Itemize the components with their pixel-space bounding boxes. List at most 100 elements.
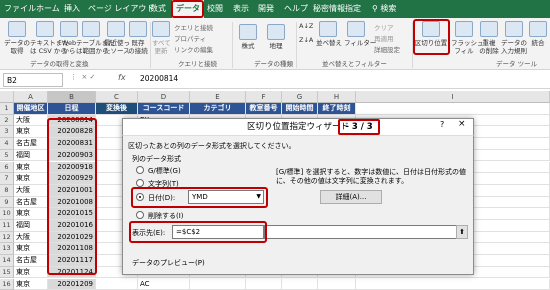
- select-all-corner[interactable]: [0, 91, 14, 103]
- table-header-cell[interactable]: 日程: [48, 103, 96, 115]
- table-header-cell[interactable]: 開始時間: [282, 103, 318, 115]
- row-header[interactable]: 1: [0, 103, 14, 115]
- get-data-button[interactable]: データの 取得: [2, 21, 32, 55]
- clear-button[interactable]: クリア: [374, 22, 394, 32]
- range-picker-button[interactable]: ⬆: [456, 225, 468, 239]
- data-validation-button[interactable]: データの 入力規則: [500, 21, 528, 55]
- row-header[interactable]: 11: [0, 220, 14, 232]
- cell[interactable]: [356, 279, 550, 290]
- column-header-c[interactable]: C: [96, 91, 138, 103]
- tab-page-layout[interactable]: ページ レイアウト: [88, 0, 154, 18]
- row-header[interactable]: 9: [0, 197, 14, 209]
- row-header[interactable]: 16: [0, 279, 14, 290]
- search-box[interactable]: ⚲ 検索: [372, 0, 396, 18]
- row-header[interactable]: 5: [0, 150, 14, 162]
- cell[interactable]: 大阪: [14, 185, 48, 197]
- cell[interactable]: 東京: [14, 162, 48, 174]
- name-box[interactable]: B2: [3, 73, 63, 87]
- table-header-cell[interactable]: 教室番号: [246, 103, 282, 115]
- cell[interactable]: 福岡: [14, 220, 48, 232]
- reapply-button[interactable]: 再適用: [374, 33, 394, 43]
- cell[interactable]: 東京: [14, 173, 48, 185]
- row-header[interactable]: 4: [0, 138, 14, 150]
- tab-file[interactable]: ファイル: [4, 0, 36, 18]
- help-button[interactable]: ?: [440, 120, 444, 129]
- tab-home[interactable]: ホーム: [36, 0, 60, 18]
- radio-text[interactable]: [136, 179, 144, 187]
- cell[interactable]: 東京: [14, 126, 48, 138]
- cell[interactable]: 東京: [14, 243, 48, 255]
- cell[interactable]: 名古屋: [14, 197, 48, 209]
- consolidate-button[interactable]: 統合: [528, 21, 548, 47]
- cell[interactable]: 名古屋: [14, 138, 48, 150]
- cell[interactable]: AC: [138, 279, 190, 290]
- radio-skip[interactable]: [136, 211, 144, 219]
- fx-icon[interactable]: fx: [118, 73, 126, 82]
- cell[interactable]: [282, 279, 318, 290]
- tab-insert[interactable]: 挿入: [64, 0, 80, 18]
- column-header-e[interactable]: E: [190, 91, 246, 103]
- cell[interactable]: 東京: [14, 279, 48, 290]
- filter-button[interactable]: フィルター: [344, 21, 368, 47]
- tab-formulas[interactable]: 数式: [150, 0, 166, 18]
- remove-duplicates-button[interactable]: 重複 の削除: [478, 21, 500, 55]
- cell[interactable]: 福岡: [14, 150, 48, 162]
- sort-za-button[interactable]: Z↓A: [299, 36, 313, 44]
- refresh-all-button[interactable]: すべて 更新: [152, 21, 170, 55]
- queries-connections-button[interactable]: クエリと接続: [174, 22, 213, 32]
- row-header[interactable]: 10: [0, 208, 14, 220]
- sort-button[interactable]: 並べ替え: [316, 21, 340, 47]
- row-header[interactable]: 15: [0, 267, 14, 279]
- cell[interactable]: [356, 103, 550, 115]
- row-header[interactable]: 13: [0, 243, 14, 255]
- tab-developer[interactable]: 開発: [258, 0, 274, 18]
- cell[interactable]: [246, 279, 282, 290]
- cell[interactable]: 大阪: [14, 115, 48, 127]
- tab-view[interactable]: 表示: [233, 0, 249, 18]
- destination-input-extension[interactable]: [264, 225, 464, 239]
- cell[interactable]: 名古屋: [14, 255, 48, 267]
- row-header[interactable]: 7: [0, 173, 14, 185]
- cell[interactable]: 20201209: [48, 279, 96, 290]
- row-header[interactable]: 12: [0, 232, 14, 244]
- advanced-options-button[interactable]: 詳細(A)...: [320, 190, 382, 204]
- stocks-button[interactable]: 株式: [236, 24, 260, 50]
- geography-button[interactable]: 地理: [264, 24, 288, 50]
- row-header[interactable]: 8: [0, 185, 14, 197]
- column-header-f[interactable]: F: [246, 91, 282, 103]
- tab-help[interactable]: ヘルプ: [284, 0, 308, 18]
- tab-review[interactable]: 校閲: [207, 0, 223, 18]
- advanced-button[interactable]: 詳細設定: [374, 44, 400, 54]
- cell[interactable]: [190, 279, 246, 290]
- tab-sensitivity[interactable]: 秘密情報指定: [313, 0, 361, 18]
- column-header-h[interactable]: H: [318, 91, 356, 103]
- formula-input[interactable]: 20200814: [140, 74, 178, 83]
- existing-connections-button[interactable]: 既存 の接続: [128, 21, 148, 55]
- column-header-d[interactable]: D: [138, 91, 190, 103]
- column-header-a[interactable]: A: [14, 91, 48, 103]
- table-header-cell[interactable]: カテゴリ: [190, 103, 246, 115]
- cell[interactable]: 東京: [14, 208, 48, 220]
- cell[interactable]: 大阪: [14, 232, 48, 244]
- properties-button[interactable]: プロパティ: [174, 33, 206, 43]
- edit-links-button[interactable]: リンクの編集: [174, 44, 213, 54]
- cell[interactable]: [318, 279, 356, 290]
- recent-sources-button[interactable]: 最近使っ たソース: [104, 21, 128, 55]
- column-header-i[interactable]: I: [356, 91, 550, 103]
- column-header-g[interactable]: G: [282, 91, 318, 103]
- table-header-cell[interactable]: コースコード: [138, 103, 190, 115]
- text-csv-button[interactable]: テキストまた は CSV から: [30, 21, 60, 55]
- table-header-cell[interactable]: 開催地区: [14, 103, 48, 115]
- sort-az-button[interactable]: A↓Z: [299, 22, 313, 30]
- row-header[interactable]: 2: [0, 115, 14, 127]
- flash-fill-button[interactable]: フラッシュ フィル: [451, 21, 477, 55]
- cell[interactable]: [96, 279, 138, 290]
- cell[interactable]: 東京: [14, 267, 48, 279]
- column-header-b[interactable]: B: [48, 91, 96, 103]
- radio-general[interactable]: [136, 166, 144, 174]
- table-header-cell[interactable]: 変換後: [96, 103, 138, 115]
- row-header[interactable]: 14: [0, 255, 14, 267]
- row-header[interactable]: 6: [0, 162, 14, 174]
- close-button[interactable]: ×: [458, 119, 466, 129]
- table-header-cell[interactable]: 終了時刻: [318, 103, 356, 115]
